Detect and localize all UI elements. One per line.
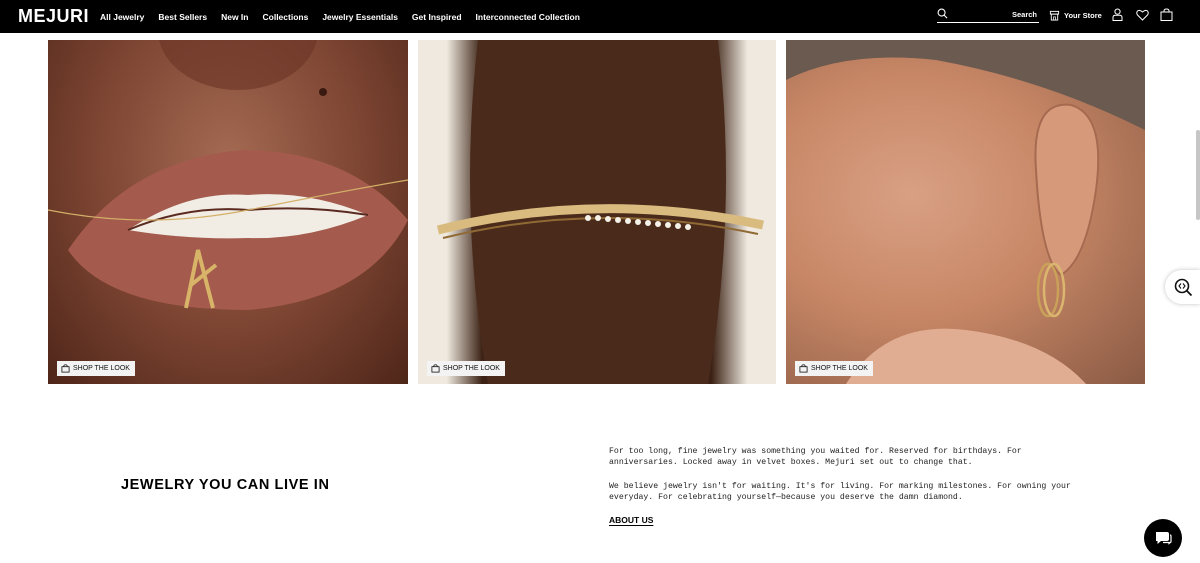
about-us-link[interactable]: ABOUT US (609, 515, 653, 525)
bag-icon (799, 364, 808, 373)
shop-the-look-label: SHOP THE LOOK (443, 365, 500, 372)
search-input[interactable]: Search (937, 8, 1039, 23)
your-store-button[interactable]: Your Store (1049, 8, 1102, 22)
search-label: Search (1011, 10, 1037, 19)
bag-icon (431, 364, 440, 373)
nav-best-sellers[interactable]: Best Sellers (158, 12, 207, 22)
nav-get-inspired[interactable]: Get Inspired (412, 12, 462, 22)
nav-new-in[interactable]: New In (221, 12, 248, 22)
chat-bubble-icon (1156, 532, 1172, 545)
visual-search-button[interactable] (1165, 270, 1200, 304)
bracelet-illustration (436, 40, 764, 384)
ear-hoops-photo: SHOP THE LOOK (786, 40, 1145, 384)
shop-the-look-button-2[interactable]: SHOP THE LOOK (427, 361, 505, 376)
nav-interconnected-collection[interactable]: Interconnected Collection (476, 12, 580, 22)
about-paragraph-2: We believe jewelry isn't for waiting. It… (609, 482, 1071, 502)
section-headline: JEWELRY YOU CAN LIVE IN (121, 477, 330, 493)
shop-the-look-label: SHOP THE LOOK (811, 365, 868, 372)
shop-the-look-button-3[interactable]: SHOP THE LOOK (795, 361, 873, 376)
chat-button[interactable] (1144, 519, 1182, 557)
shop-the-look-button-1[interactable]: SHOP THE LOOK (57, 361, 135, 376)
about-paragraph-1: For too long, fine jewelry was something… (609, 447, 1022, 467)
nav-all-jewelry[interactable]: All Jewelry (100, 12, 144, 22)
mejuri-logo[interactable]: MEJURI (18, 6, 89, 27)
wrist-bracelet-photo: SHOP THE LOOK (418, 40, 776, 384)
wishlist-heart-icon[interactable] (1136, 9, 1149, 21)
shop-the-look-label: SHOP THE LOOK (73, 365, 130, 372)
top-navigation-bar: MEJURI All Jewelry Best Sellers New In C… (0, 0, 1200, 33)
nav-jewelry-essentials[interactable]: Jewelry Essentials (322, 12, 398, 22)
shopping-bag-icon[interactable] (1160, 8, 1173, 21)
ear-illustration (786, 40, 1145, 384)
account-icon[interactable] (1112, 8, 1123, 21)
lips-necklace-photo: SHOP THE LOOK (48, 40, 408, 384)
lens-search-icon (1174, 278, 1192, 297)
bag-icon (61, 364, 70, 373)
store-icon (1049, 10, 1060, 21)
search-icon (937, 8, 948, 19)
main-nav: All Jewelry Best Sellers New In Collecti… (100, 0, 594, 33)
nav-collections[interactable]: Collections (263, 12, 309, 22)
page-scrollbar-thumb[interactable] (1196, 130, 1200, 220)
your-store-label: Your Store (1064, 10, 1102, 20)
lips-illustration (48, 40, 408, 310)
